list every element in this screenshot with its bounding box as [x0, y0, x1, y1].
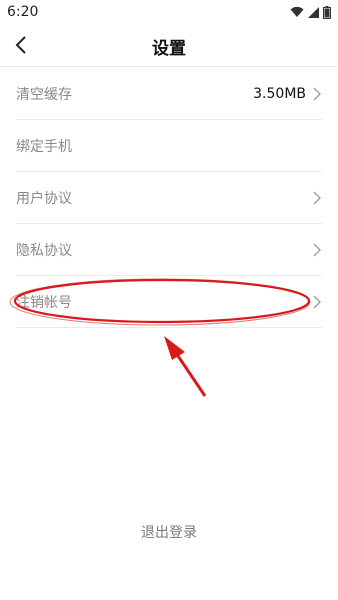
status-time: 6:20: [7, 4, 39, 20]
user-agreement-item[interactable]: 用户协议: [16, 172, 322, 224]
chevron-right-icon: [313, 191, 321, 205]
annotation-arrow: [164, 336, 207, 397]
clear-cache-item[interactable]: 清空缓存 3.50MB: [16, 68, 322, 120]
chevron-right-icon: [313, 295, 321, 309]
chevron-right-icon: [313, 243, 321, 257]
nav-bar: 设置: [0, 24, 338, 67]
privacy-policy-label: 隐私协议: [16, 242, 72, 259]
delete-account-label: 注销帐号: [16, 294, 72, 311]
wifi-icon: [290, 6, 304, 17]
status-icons: [290, 5, 331, 19]
user-agreement-label: 用户协议: [16, 190, 72, 207]
logout-button[interactable]: 退出登录: [0, 522, 338, 542]
status-bar: 6:20: [0, 0, 338, 24]
clear-cache-label: 清空缓存: [16, 86, 72, 103]
chevron-right-icon: [313, 87, 321, 101]
battery-icon: [323, 5, 331, 19]
bind-phone-label: 绑定手机: [16, 138, 72, 155]
page-title: 设置: [152, 39, 186, 59]
cache-size-value: 3.50MB: [253, 86, 306, 102]
clear-cache-right: 3.50MB: [253, 68, 322, 120]
bind-phone-item[interactable]: 绑定手机: [16, 120, 322, 172]
delete-account-item[interactable]: 注销帐号: [16, 276, 322, 328]
settings-list: 清空缓存 3.50MB 绑定手机 用户协议 隐私协议 注销帐号: [0, 68, 338, 328]
privacy-policy-item[interactable]: 隐私协议: [16, 224, 322, 276]
cell-signal-icon: [308, 6, 319, 18]
